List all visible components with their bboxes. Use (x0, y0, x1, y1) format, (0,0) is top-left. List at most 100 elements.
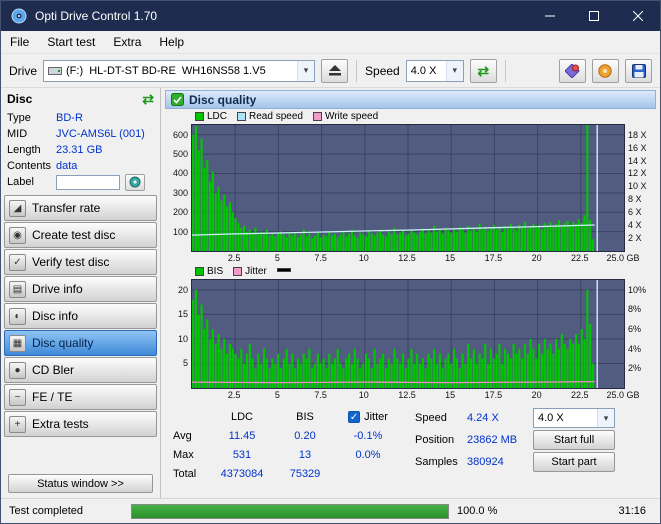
drive-label: Drive (9, 64, 37, 78)
menubar: File Start test Extra Help (1, 31, 660, 54)
ldc-plot (191, 124, 625, 252)
disc-label-input[interactable] (56, 175, 120, 190)
avg-jitter: -0.1% (335, 430, 401, 442)
info-row-mid: MID JVC-AMS6L (001) (4, 126, 157, 142)
rescan-disc-icon[interactable]: ⇄ (142, 92, 154, 106)
speed-stat-value: 4.24 X (467, 412, 533, 424)
results-table: LDC BIS ✓ Jitter Avg 11.45 0.20 -0.1% Ma… (169, 407, 401, 496)
erase-disc-icon (565, 64, 580, 78)
info-value: BD-R (56, 112, 83, 124)
menu-file[interactable]: File (1, 32, 38, 52)
max-jitter: 0.0% (335, 449, 401, 461)
drive-select[interactable]: (F:) HL-DT-ST BD-RE WH16NS58 1.V5 ▾ (43, 60, 315, 82)
info-value: JVC-AMS6L (001) (56, 128, 145, 140)
eject-button[interactable] (321, 59, 348, 83)
legend-label: Read speed (249, 111, 303, 122)
sidebar-item-label: Disc quality (32, 336, 93, 350)
progress-percent: 100.0 % (457, 505, 497, 517)
jitter-checkbox-label: Jitter (364, 411, 388, 423)
bis-swatch (195, 267, 204, 276)
menu-extra[interactable]: Extra (104, 32, 150, 52)
start-part-button[interactable]: Start part (533, 452, 615, 472)
row-label-total: Total (169, 468, 209, 480)
sidebar-item-disc-info[interactable]: ◐Disc info (4, 303, 157, 329)
disc-label-icon (129, 176, 141, 188)
write-tools-button[interactable] (592, 59, 619, 83)
verify-test-disc-icon: ✓ (9, 254, 26, 271)
sidebar-item-cd-bler[interactable]: ●CD Bler (4, 357, 157, 383)
sidebar-item-transfer-rate[interactable]: ◢ Transfer rate (4, 195, 157, 221)
disc-panel-title: Disc (7, 92, 32, 106)
position-stat-value: 23862 MB (467, 434, 533, 446)
info-label: MID (4, 128, 56, 140)
bis-plot (191, 279, 625, 389)
sidebar-item-drive-info[interactable]: ▤Drive info (4, 276, 157, 302)
drive-info-icon: ▤ (9, 281, 26, 298)
disc-quality-icon: ▦ (9, 335, 26, 352)
sidebar-item-label: CD Bler (32, 363, 74, 377)
disc-label-button[interactable] (125, 174, 145, 191)
legend-label: Jitter (245, 266, 267, 277)
sidebar-item-label: FE / TE (32, 390, 72, 404)
status-window-button[interactable]: Status window >> (8, 474, 153, 493)
sidebar-item-fe-te[interactable]: ~ FE / TE (4, 384, 157, 410)
avg-bis: 0.20 (275, 430, 335, 442)
speed-select[interactable]: 4.0 X ▾ (406, 60, 464, 82)
start-full-button[interactable]: Start full (533, 430, 615, 450)
write-speed-swatch (313, 112, 322, 121)
info-value[interactable]: data (56, 160, 77, 172)
bis-chart: 2015105 10%8%6%4%2% 2.557.51012.51517.52… (165, 279, 656, 401)
page-title: Disc quality (189, 93, 256, 107)
jitter-swatch (233, 267, 242, 276)
extra-tests-icon: + (9, 416, 26, 433)
run-controls: Speed 4.24 X 4.0 X ▾ Position 23862 MB S… (415, 407, 619, 496)
legend-label: Write speed (325, 111, 378, 122)
toolbar: Drive (F:) HL-DT-ST BD-RE WH16NS58 1.V5 … (1, 54, 660, 88)
info-label: Label (4, 176, 56, 188)
sidebar: Disc ⇄ Type BD-R MID JVC-AMS6L (001) Len… (1, 88, 161, 498)
position-stat-label: Position (415, 434, 467, 446)
disc-quality-header-icon (171, 93, 184, 106)
info-row-contents: Contents data (4, 158, 157, 174)
jitter-y-axis: 10%8%6%4%2% (625, 279, 656, 389)
info-row-label: Label (4, 174, 157, 190)
info-row-type: Type BD-R (4, 110, 157, 126)
titlebar[interactable]: Opti Drive Control 1.70 (1, 1, 660, 31)
maximize-button[interactable] (572, 1, 616, 31)
save-button[interactable] (625, 59, 652, 83)
menu-help[interactable]: Help (150, 32, 193, 52)
legend-label: BIS (207, 266, 223, 277)
sidebar-item-create-test-disc[interactable]: ◉Create test disc (4, 222, 157, 248)
disc-info-panel: Type BD-R MID JVC-AMS6L (001) Length 23.… (4, 110, 157, 190)
info-label: Length (4, 144, 56, 156)
window-title: Opti Drive Control 1.70 (35, 9, 157, 23)
avg-ldc: 11.45 (209, 430, 275, 442)
ldc-y-axis: 600500400300200100 (165, 124, 191, 252)
transfer-rate-icon: ◢ (9, 200, 26, 217)
menu-start-test[interactable]: Start test (38, 32, 104, 52)
write-tools-icon (598, 64, 613, 78)
page-title-bar: Disc quality (165, 90, 656, 109)
speed-y-axis: 18 X16 X14 X12 X10 X8 X6 X4 X2 X (625, 124, 656, 252)
erase-disc-button[interactable] (559, 59, 586, 83)
fe-te-icon: ~ (9, 389, 26, 406)
drive-icon (48, 65, 62, 76)
sidebar-item-label: Transfer rate (32, 201, 100, 215)
progress-bar (131, 504, 449, 519)
samples-stat-label: Samples (415, 456, 467, 468)
ldc-chart: 600500400300200100 18 X16 X14 X12 X10 X8… (165, 124, 656, 264)
jitter-checkbox[interactable]: ✓ (348, 411, 360, 423)
legend-bottom-chart: BIS Jitter (165, 264, 656, 279)
sidebar-item-verify-test-disc[interactable]: ✓Verify test disc (4, 249, 157, 275)
sidebar-item-disc-quality[interactable]: ▦ Disc quality (4, 330, 157, 356)
sidebar-item-extra-tests[interactable]: + Extra tests (4, 411, 157, 437)
minimize-button[interactable] (528, 1, 572, 31)
row-label-max: Max (169, 449, 209, 461)
info-value: 23.31 GB (56, 144, 102, 156)
test-speed-select[interactable]: 4.0 X ▾ (533, 408, 615, 428)
sidebar-nav: ◢ Transfer rate ◉Create test disc ✓Verify… (4, 194, 157, 438)
sidebar-item-label: Extra tests (32, 417, 89, 431)
close-button[interactable] (616, 1, 660, 31)
refresh-button[interactable]: ⇄ (470, 59, 497, 83)
app-window: Opti Drive Control 1.70 File Start test … (0, 0, 661, 524)
